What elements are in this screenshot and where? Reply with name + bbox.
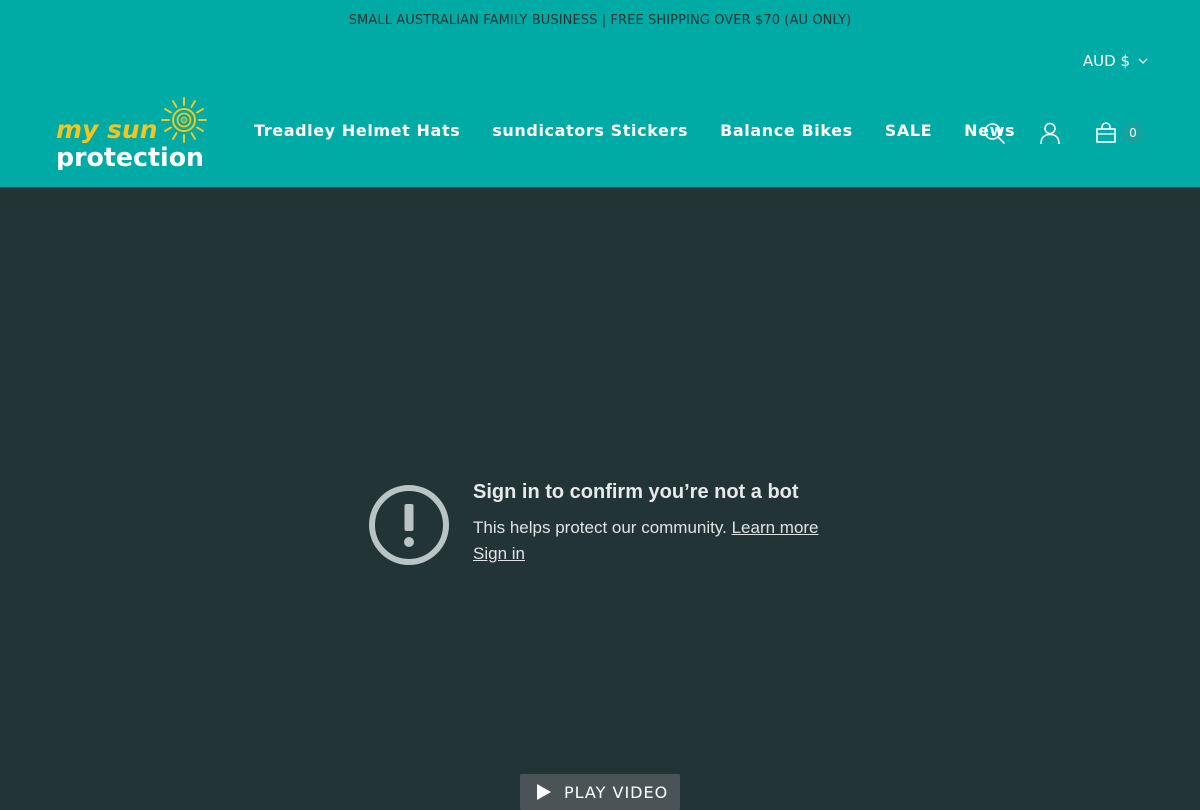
play-icon (537, 784, 551, 800)
announcement-bar: SMALL AUSTRALIAN FAMILY BUSINESS | FREE … (348, 13, 852, 28)
cart-count-badge: 0 (1122, 122, 1144, 144)
bot-check-title: Sign in to confirm you’re not a bot (473, 481, 799, 503)
sign-in-link[interactable]: Sign in (473, 544, 525, 564)
play-video-button[interactable]: PLAY VIDEO (520, 774, 680, 810)
main-nav: Treadley Helmet Hats sundicators Sticker… (254, 121, 1047, 140)
sun-icon (161, 97, 207, 143)
logo-line1: my sun (56, 115, 158, 144)
learn-more-link[interactable]: Learn more (732, 518, 819, 537)
currency-selector[interactable]: AUD $ (1083, 52, 1148, 70)
alert-icon (369, 485, 449, 565)
nav-item-sale[interactable]: SALE (885, 121, 932, 140)
logo-line2: protection (56, 143, 204, 170)
nav-item-treadley-helmet-hats[interactable]: Treadley Helmet Hats (254, 121, 460, 140)
nav-item-balance-bikes[interactable]: Balance Bikes (720, 121, 853, 140)
user-icon[interactable] (1038, 121, 1062, 145)
search-icon[interactable] (982, 121, 1006, 145)
bot-check-text: This helps protect our community. (473, 518, 727, 537)
currency-label: AUD $ (1082, 52, 1130, 70)
chevron-down-icon (1138, 58, 1148, 64)
bag-icon[interactable] (1094, 121, 1118, 145)
logo[interactable]: my sun protection (56, 96, 208, 170)
site-header: SMALL AUSTRALIAN FAMILY BUSINESS | FREE … (0, 0, 1200, 187)
play-video-label: PLAY VIDEO (564, 782, 669, 802)
bot-check-body: This helps protect our community. Learn … (473, 518, 819, 538)
nav-item-sundicators-stickers[interactable]: sundicators Stickers (492, 121, 688, 140)
